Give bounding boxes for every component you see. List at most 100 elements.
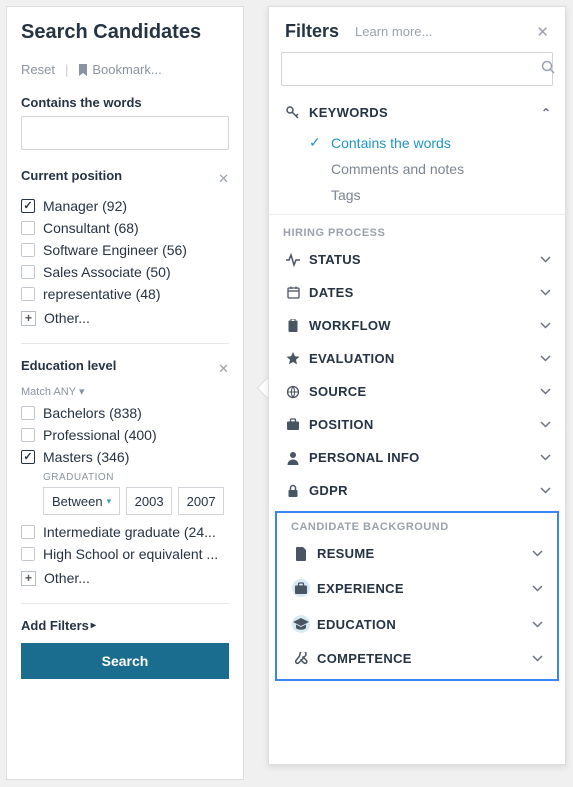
position-option[interactable]: Sales Associate (50) bbox=[21, 261, 229, 283]
year-from-input[interactable] bbox=[126, 487, 172, 515]
chevron-down-icon bbox=[540, 289, 551, 296]
between-label: Between bbox=[52, 494, 103, 509]
position-option[interactable]: Consultant (68) bbox=[21, 217, 229, 239]
sub-label: Tags bbox=[331, 187, 361, 203]
clipboard-icon bbox=[283, 319, 303, 333]
bookmark-label: Bookmark... bbox=[92, 62, 161, 77]
checkbox[interactable] bbox=[21, 199, 35, 213]
cat-label: EDUCATION bbox=[317, 617, 532, 632]
person-icon bbox=[283, 451, 303, 465]
search-button[interactable]: Search bbox=[21, 643, 229, 679]
checkbox-label: High School or equivalent ... bbox=[43, 546, 218, 562]
education-option[interactable]: Bachelors (838) bbox=[21, 402, 229, 424]
checkbox-label: Bachelors (838) bbox=[43, 405, 142, 421]
checkbox[interactable] bbox=[21, 221, 35, 235]
cat-label: KEYWORDS bbox=[309, 105, 541, 120]
cat-label: COMPETENCE bbox=[317, 651, 532, 666]
search-icon bbox=[541, 60, 555, 74]
check-icon: ✓ bbox=[309, 134, 323, 151]
caret-down-icon: ▾ bbox=[79, 385, 85, 398]
position-option[interactable]: Manager (92) bbox=[21, 195, 229, 217]
education-option[interactable]: High School or equivalent ... bbox=[21, 543, 229, 565]
keyword-sub-item[interactable]: ✓Contains the words bbox=[269, 129, 565, 156]
chevron-down-icon bbox=[532, 585, 543, 592]
cat-education[interactable]: EDUCATION bbox=[277, 606, 557, 642]
between-select[interactable]: Between ▾ bbox=[43, 487, 120, 515]
checkbox[interactable] bbox=[21, 450, 35, 464]
cat-competence[interactable]: COMPETENCE bbox=[277, 642, 557, 675]
learn-more-link[interactable]: Learn more... bbox=[355, 24, 432, 39]
cat-dates[interactable]: DATES bbox=[269, 276, 565, 309]
separator bbox=[21, 343, 229, 344]
cat-gdpr[interactable]: GDPR bbox=[269, 474, 565, 507]
checkbox-label: Masters (346) bbox=[43, 449, 129, 465]
cat-keywords[interactable]: KEYWORDS ⌃ bbox=[269, 96, 565, 129]
bookmark-link[interactable]: Bookmark... bbox=[78, 62, 161, 77]
filters-panel: Filters Learn more... ✕ KEYWORDS ⌃ ✓Cont… bbox=[268, 6, 566, 765]
bookmark-icon bbox=[78, 64, 88, 76]
other-label: Other... bbox=[44, 570, 90, 586]
current-position-header: Current position ✕ bbox=[21, 168, 229, 189]
checkbox[interactable] bbox=[21, 287, 35, 301]
education-option[interactable]: Intermediate graduate (24... bbox=[21, 521, 229, 543]
education-option[interactable]: Masters (346) bbox=[21, 446, 229, 468]
match-any-toggle[interactable]: Match ANY ▾ bbox=[21, 385, 229, 398]
remove-group-icon[interactable]: ✕ bbox=[218, 171, 229, 187]
education-option[interactable]: Professional (400) bbox=[21, 424, 229, 446]
close-icon[interactable]: ✕ bbox=[536, 23, 549, 41]
checkbox[interactable] bbox=[21, 547, 35, 561]
sub-label: Comments and notes bbox=[331, 161, 464, 177]
filters-title: Filters bbox=[285, 21, 339, 42]
calendar-icon bbox=[283, 286, 303, 299]
add-filters-link[interactable]: Add Filters ▸ bbox=[21, 618, 229, 633]
chevron-down-icon bbox=[532, 655, 543, 662]
match-any-label: Match ANY bbox=[21, 386, 76, 398]
position-option[interactable]: Software Engineer (56) bbox=[21, 239, 229, 261]
chevron-down-icon bbox=[532, 621, 543, 628]
checkbox[interactable] bbox=[21, 243, 35, 257]
cat-source[interactable]: SOURCE bbox=[269, 375, 565, 408]
cat-label: PERSONAL INFO bbox=[309, 450, 540, 465]
checkbox[interactable] bbox=[21, 406, 35, 420]
cat-experience[interactable]: EXPERIENCE bbox=[277, 570, 557, 606]
toolbar: Reset | Bookmark... bbox=[21, 62, 229, 77]
checkbox[interactable] bbox=[21, 428, 35, 442]
other-education[interactable]: + Other... bbox=[21, 567, 229, 589]
remove-group-icon[interactable]: ✕ bbox=[218, 361, 229, 377]
education-label: Education level bbox=[21, 358, 116, 373]
checkbox-label: representative (48) bbox=[43, 286, 161, 302]
checkbox[interactable] bbox=[21, 525, 35, 539]
background-highlight: CANDIDATE BACKGROUND RESUMEEXPERIENCEEDU… bbox=[275, 511, 559, 681]
chevron-down-icon bbox=[540, 454, 551, 461]
checkbox-label: Software Engineer (56) bbox=[43, 242, 187, 258]
keyword-sub-item[interactable]: Tags bbox=[269, 182, 565, 208]
other-label: Other... bbox=[44, 310, 90, 326]
filter-search-input[interactable] bbox=[281, 52, 553, 86]
cat-personal-info[interactable]: PERSONAL INFO bbox=[269, 441, 565, 474]
cat-status[interactable]: STATUS bbox=[269, 243, 565, 276]
other-position[interactable]: + Other... bbox=[21, 307, 229, 329]
keyword-sub-item[interactable]: Comments and notes bbox=[269, 156, 565, 182]
plus-icon: + bbox=[21, 311, 36, 326]
chevron-down-icon bbox=[532, 550, 543, 557]
year-to-input[interactable] bbox=[178, 487, 224, 515]
cat-resume[interactable]: RESUME bbox=[277, 537, 557, 570]
chevron-down-icon bbox=[540, 355, 551, 362]
cat-label: EXPERIENCE bbox=[317, 581, 532, 596]
education-header: Education level ✕ bbox=[21, 358, 229, 379]
cat-position[interactable]: POSITION bbox=[269, 408, 565, 441]
briefcase-icon bbox=[283, 418, 303, 431]
chevron-right-icon: ▸ bbox=[91, 620, 96, 631]
chevron-down-icon bbox=[540, 388, 551, 395]
checkbox[interactable] bbox=[21, 265, 35, 279]
source-icon bbox=[283, 385, 303, 399]
cat-workflow[interactable]: WORKFLOW bbox=[269, 309, 565, 342]
chevron-down-icon bbox=[540, 256, 551, 263]
contains-label: Contains the words bbox=[21, 95, 229, 110]
chevron-down-icon bbox=[540, 487, 551, 494]
gradcap-icon bbox=[291, 615, 311, 633]
cat-evaluation[interactable]: EVALUATION bbox=[269, 342, 565, 375]
reset-link[interactable]: Reset bbox=[21, 62, 55, 77]
contains-input[interactable] bbox=[21, 116, 229, 150]
position-option[interactable]: representative (48) bbox=[21, 283, 229, 305]
